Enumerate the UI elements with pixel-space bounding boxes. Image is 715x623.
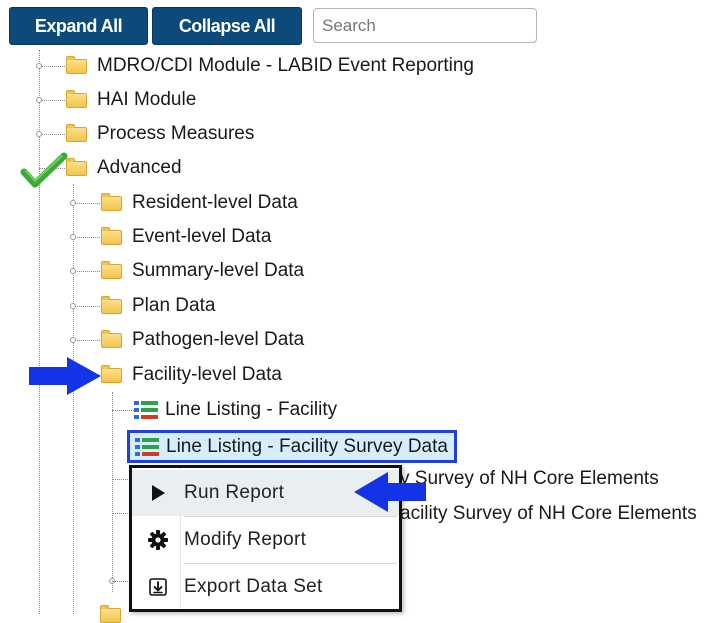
tree-toggle-knob[interactable] — [70, 234, 76, 240]
tree-node-label: MDRO/CDI Module - LABID Event Reporting — [97, 55, 474, 76]
tree-node-label-partial[interactable]: y Survey of NH Core Elements — [400, 468, 659, 490]
arrow-left-icon — [354, 472, 426, 512]
tree-node-hai[interactable]: HAI Module — [66, 85, 196, 115]
collapse-all-button[interactable]: Collapse All — [152, 7, 302, 45]
tree-node-event-level[interactable]: Event-level Data — [101, 222, 271, 252]
tree-node-label: Line Listing - Facility — [165, 399, 338, 420]
tree-node-label: Advanced — [97, 157, 182, 178]
tree-toggle-knob[interactable] — [70, 303, 76, 309]
tree-node-label: Facility-level Data — [132, 364, 282, 385]
tree-connector — [73, 271, 100, 272]
tree-node-process-measures[interactable]: Process Measures — [66, 119, 254, 149]
tree-connector — [39, 134, 65, 135]
tree-connector — [112, 479, 130, 480]
tree-node-line-listing-facility[interactable]: Line Listing - Facility — [134, 395, 337, 425]
tree-node-summary-level[interactable]: Summary-level Data — [101, 256, 304, 286]
tree-node-label: Process Measures — [97, 123, 255, 144]
tree-node-label: Pathogen-level Data — [132, 329, 305, 350]
tree-node-label: Plan Data — [132, 295, 216, 316]
tree-toggle-knob[interactable] — [36, 97, 42, 103]
checkmark-icon — [20, 152, 68, 188]
folder-icon — [66, 89, 87, 108]
tree-node-line-listing-facility-survey[interactable]: Line Listing - Facility Survey Data — [127, 430, 457, 463]
export-icon — [149, 578, 167, 596]
tree-node-label: Line Listing - Facility Survey Data — [166, 435, 448, 457]
folder-open-icon — [101, 364, 122, 383]
tree-advanced-line — [73, 184, 74, 614]
menu-item-modify-report[interactable]: Modify Report — [132, 517, 399, 563]
tree-node-advanced[interactable]: Advanced — [66, 153, 182, 183]
folder-icon — [101, 329, 122, 348]
expand-all-button[interactable]: Expand All — [9, 7, 148, 45]
tree-node-plan-data[interactable]: Plan Data — [101, 291, 215, 321]
tree-toggle-knob[interactable] — [36, 63, 42, 69]
tree-toggle-knob[interactable] — [70, 200, 76, 206]
menu-item-export-data-set[interactable]: Export Data Set — [132, 564, 399, 610]
menu-item-label: Modify Report — [184, 529, 307, 550]
folder-open-icon — [66, 157, 87, 176]
menu-item-label: Export Data Set — [184, 576, 323, 597]
folder-icon — [101, 192, 122, 211]
tree-connector — [73, 203, 100, 204]
tree-node-label: HAI Module — [97, 89, 197, 110]
tree-node-label: Summary-level Data — [132, 260, 305, 281]
menu-item-label: Run Report — [184, 482, 285, 503]
tree-connector — [112, 513, 130, 514]
gear-icon — [148, 530, 168, 550]
folder-icon — [100, 605, 121, 623]
list-report-icon — [135, 437, 159, 456]
tree-node-label: Event-level Data — [132, 226, 272, 247]
tree-facility-line — [112, 392, 113, 592]
folder-icon — [66, 55, 87, 74]
play-icon — [152, 485, 165, 501]
folder-icon — [101, 295, 122, 314]
tree-connector — [73, 340, 100, 341]
tree-connector — [73, 306, 100, 307]
tree-connector — [73, 237, 100, 238]
folder-icon — [101, 226, 122, 245]
tree-node-resident-level[interactable]: Resident-level Data — [101, 188, 298, 218]
tree-connector — [39, 66, 65, 67]
tree-node-mdro[interactable]: MDRO/CDI Module - LABID Event Reporting — [66, 51, 474, 81]
tree-toggle-knob[interactable] — [36, 131, 42, 137]
tree-node-pathogen-level[interactable]: Pathogen-level Data — [101, 325, 304, 355]
tree-node-facility-level[interactable]: Facility-level Data — [101, 360, 282, 390]
tree-connector — [112, 410, 134, 411]
tree-node-label-partial[interactable]: acility Survey of NH Core Elements — [400, 503, 697, 525]
folder-icon — [66, 123, 87, 142]
arrow-right-icon — [29, 357, 101, 395]
tree-toggle-knob[interactable] — [70, 268, 76, 274]
list-report-icon — [134, 401, 158, 419]
tree-connector — [112, 581, 130, 582]
tree-toggle-knob[interactable] — [70, 337, 76, 343]
folder-icon — [101, 260, 122, 279]
tree-connector — [39, 100, 65, 101]
tree-node-label: Resident-level Data — [132, 192, 298, 213]
search-input[interactable] — [313, 8, 537, 43]
